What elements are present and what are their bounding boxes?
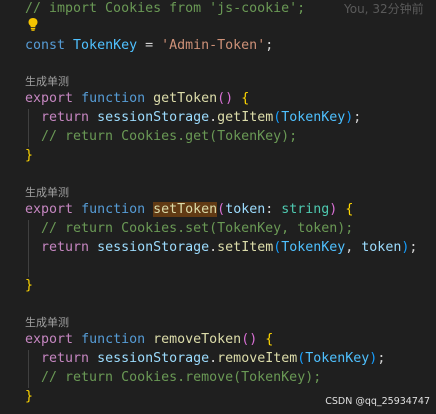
lightbulb-icon[interactable] [27, 17, 39, 31]
function-name-highlighted: setToken [153, 202, 218, 217]
code-line[interactable]: } [25, 277, 33, 295]
type-name: string [281, 202, 330, 217]
parenthesis: ( [217, 202, 226, 217]
code-lens-generate-test[interactable]: 生成单测 [25, 75, 69, 89]
semicolon: ; [353, 110, 362, 125]
watermark: CSDN @qq_25934747 [325, 396, 430, 407]
parentheses: () [241, 332, 258, 347]
comment: // return Cookies.get(TokenKey); [41, 129, 298, 144]
function-name: getToken [153, 91, 218, 106]
dot: . [209, 110, 218, 125]
parameter: token [225, 202, 266, 217]
indent-guide [28, 109, 29, 147]
comma: , [345, 240, 362, 255]
brace: { [345, 202, 354, 217]
keyword: return [41, 351, 90, 366]
brace: { [265, 332, 274, 347]
code-line[interactable]: const TokenKey = 'Admin-Token'; [25, 37, 273, 55]
operator: = [137, 38, 162, 53]
code-lens-generate-test[interactable]: 生成单测 [25, 316, 69, 330]
semicolon: ; [377, 351, 386, 366]
keyword: export [25, 202, 74, 217]
method-name: removeItem [217, 351, 298, 366]
brace: } [25, 278, 34, 293]
keyword: function [81, 202, 146, 217]
function-name: removeToken [153, 332, 242, 347]
code-line[interactable]: return sessionStorage.getItem(TokenKey); [25, 109, 361, 127]
keyword: return [41, 110, 90, 125]
dot: . [209, 240, 218, 255]
code-line[interactable]: return sessionStorage.removeItem(TokenKe… [25, 350, 385, 368]
keyword: function [81, 332, 146, 347]
argument: TokenKey [305, 351, 370, 366]
code-lens-generate-test[interactable]: 生成单测 [25, 186, 69, 200]
comment: // return Cookies.remove(TokenKey); [41, 370, 322, 385]
code-line[interactable]: // return Cookies.get(TokenKey); [25, 128, 297, 146]
brace: } [25, 148, 34, 163]
parenthesis: ) [329, 202, 338, 217]
keyword: export [25, 91, 74, 106]
keyword: function [81, 91, 146, 106]
brace: } [25, 389, 34, 404]
indent-guide [28, 350, 29, 388]
argument: TokenKey [281, 110, 346, 125]
colon: : [265, 202, 282, 217]
code-line[interactable]: export function removeToken() { [25, 331, 273, 349]
dot: . [209, 351, 218, 366]
parentheses: () [217, 91, 234, 106]
object-name: sessionStorage [97, 110, 210, 125]
method-name: getItem [217, 110, 274, 125]
object-name: sessionStorage [97, 240, 210, 255]
git-blame-annotation: You, 32分钟前 [344, 2, 424, 16]
brace: { [241, 91, 250, 106]
code-line[interactable]: // return Cookies.set(TokenKey, token); [25, 220, 353, 238]
semicolon: ; [409, 240, 418, 255]
constant-name: TokenKey [73, 38, 138, 53]
semicolon: ; [265, 38, 274, 53]
code-line[interactable]: // return Cookies.remove(TokenKey); [25, 369, 321, 387]
code-line[interactable]: export function setToken(token: string) … [25, 201, 353, 219]
keyword: return [41, 240, 90, 255]
keyword: const [25, 38, 66, 53]
method-name: setItem [217, 240, 274, 255]
code-editor[interactable]: // import Cookies from 'js-cookie'; You,… [0, 0, 436, 414]
string-literal: 'Admin-Token' [161, 38, 266, 53]
code-line[interactable]: } [25, 388, 33, 406]
object-name: sessionStorage [97, 351, 210, 366]
comment: // import Cookies from 'js-cookie'; [25, 1, 306, 16]
code-line[interactable]: // import Cookies from 'js-cookie'; [25, 0, 305, 18]
code-line[interactable]: return sessionStorage.setItem(TokenKey, … [25, 239, 417, 257]
code-line[interactable]: export function getToken() { [25, 90, 249, 108]
argument: TokenKey [281, 240, 346, 255]
argument: token [361, 240, 402, 255]
keyword: export [25, 332, 74, 347]
indent-guide [28, 220, 29, 277]
comment: // return Cookies.set(TokenKey, token); [41, 221, 354, 236]
code-line[interactable]: } [25, 147, 33, 165]
